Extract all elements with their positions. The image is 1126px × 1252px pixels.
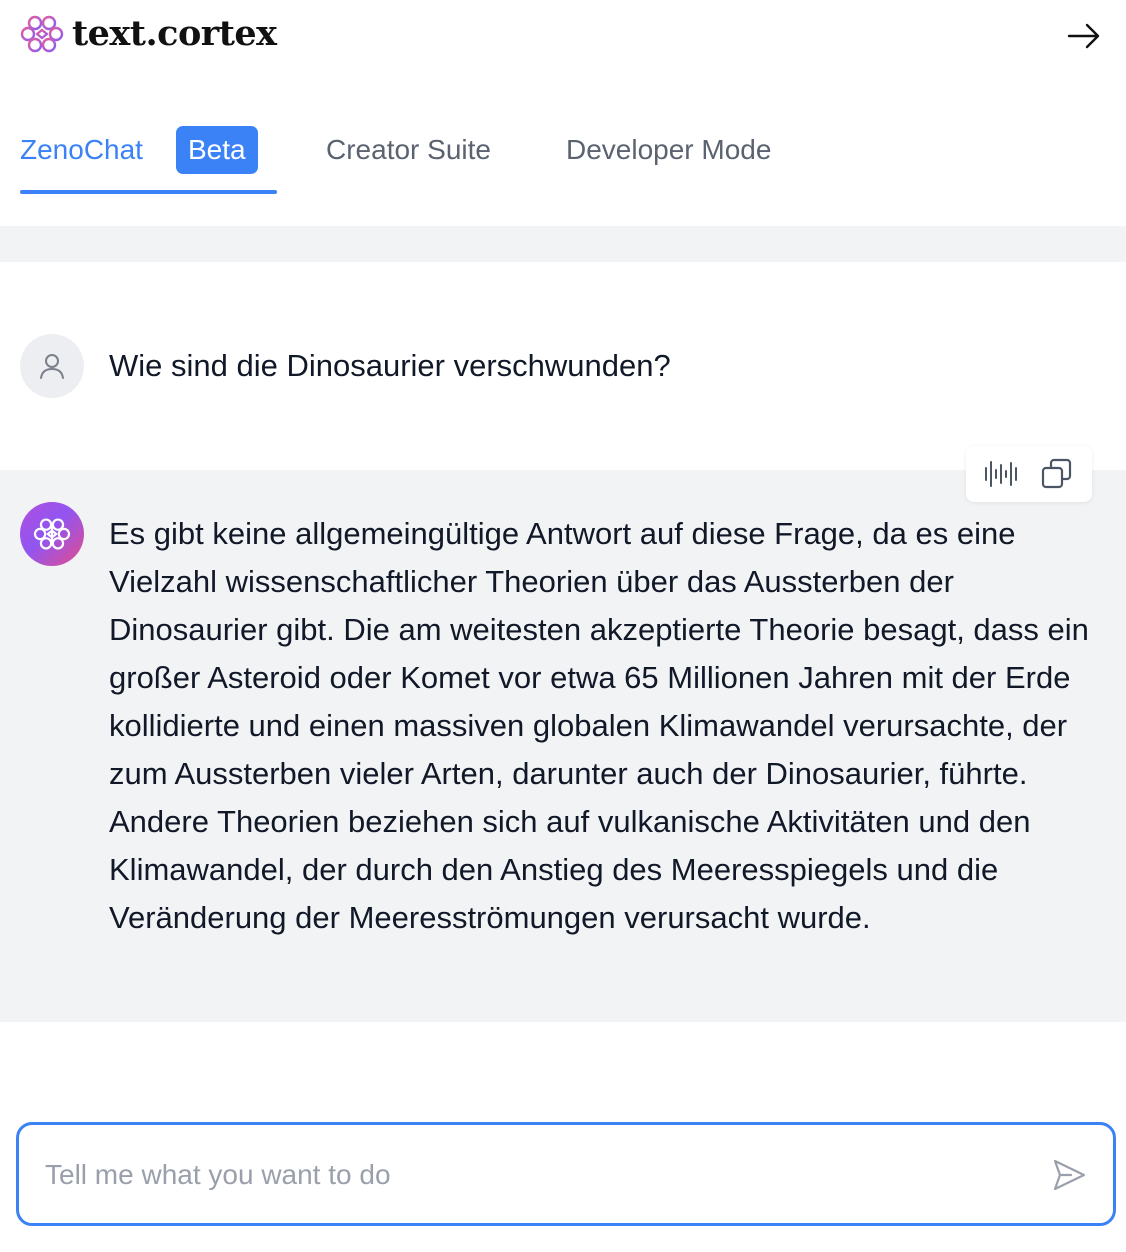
chat-input[interactable] [43, 1147, 1003, 1203]
copy-button[interactable] [1035, 452, 1079, 496]
send-icon [1053, 1159, 1086, 1191]
user-message: Wie sind die Dinosaurier verschwunden? [0, 262, 1126, 470]
send-button[interactable] [1045, 1151, 1093, 1199]
arrow-right-icon [1067, 23, 1100, 49]
read-aloud-button[interactable] [980, 452, 1024, 496]
divider-strip [0, 226, 1126, 262]
header: text.cortex [0, 0, 1126, 70]
active-tab-indicator [20, 190, 277, 194]
brand-logo: text.cortex [20, 14, 277, 54]
mode-tabs: ZenoChat Beta Creator Suite Developer Mo… [0, 110, 1126, 194]
tab-creator-suite[interactable]: Creator Suite [326, 128, 491, 172]
user-avatar [20, 334, 84, 398]
ai-message-text: Es gibt keine allgemeingültige Antwort a… [109, 516, 1089, 935]
brain-icon [33, 518, 71, 550]
brain-icon [20, 15, 64, 53]
user-message-text: Wie sind die Dinosaurier verschwunden? [109, 348, 671, 383]
collapse-panel-button[interactable] [1064, 16, 1104, 56]
tab-zenochat[interactable]: ZenoChat [20, 128, 143, 172]
tab-developer-mode[interactable]: Developer Mode [566, 128, 771, 172]
audio-waveform-icon [984, 461, 1017, 487]
zenochat-panel: text.cortex ZenoChat Beta Creator Suite … [0, 0, 1126, 1252]
chat-composer [16, 1122, 1116, 1226]
message-actions [966, 446, 1092, 502]
ai-avatar [20, 502, 84, 566]
brand-name: text.cortex [72, 13, 277, 54]
beta-badge: Beta [176, 126, 258, 174]
ai-message: Es gibt keine allgemeingültige Antwort a… [0, 446, 1126, 1022]
copy-icon [1041, 458, 1071, 489]
user-icon [40, 354, 64, 379]
